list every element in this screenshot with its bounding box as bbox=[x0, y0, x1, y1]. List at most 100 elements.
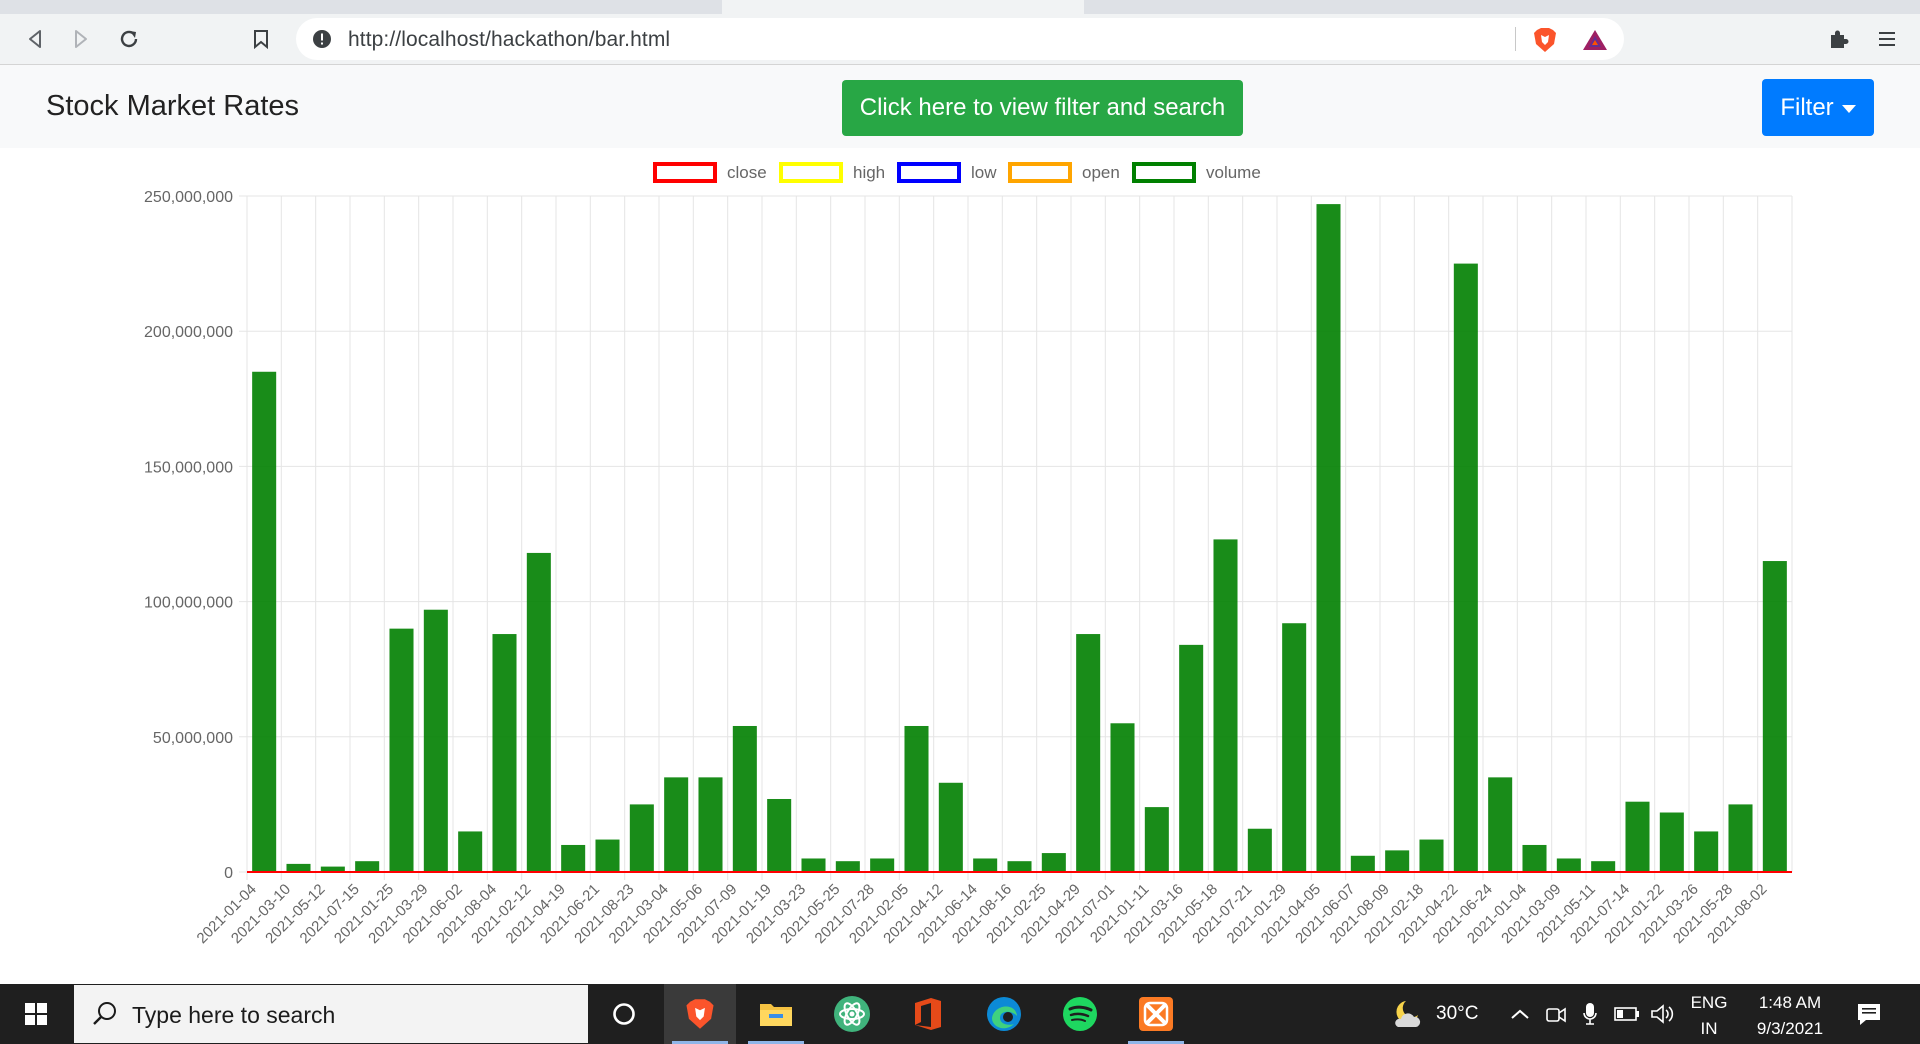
windows-logo-icon bbox=[25, 1003, 47, 1025]
volume-bar bbox=[1762, 561, 1787, 872]
volume-bar bbox=[286, 863, 311, 872]
view-filter-search-label: Click here to view filter and search bbox=[859, 94, 1226, 121]
tray-overflow-icon[interactable] bbox=[1510, 984, 1530, 1044]
xampp-icon[interactable] bbox=[1120, 984, 1192, 1044]
legend-swatch-open bbox=[1008, 162, 1072, 183]
volume-bar bbox=[1453, 263, 1478, 873]
address-bar[interactable]: http://localhost/hackathon/bar.html bbox=[296, 18, 1624, 60]
y-tick-label: 0 bbox=[224, 865, 233, 882]
tab-strip bbox=[0, 0, 1920, 14]
region-code: IN bbox=[1700, 1019, 1718, 1038]
notifications-icon[interactable] bbox=[1856, 984, 1882, 1044]
brave-shields-icon[interactable] bbox=[1533, 27, 1557, 58]
volume-icon[interactable] bbox=[1650, 984, 1676, 1044]
legend-swatch-close bbox=[653, 162, 717, 183]
volume-bar bbox=[1625, 801, 1650, 872]
volume-bar bbox=[1041, 853, 1066, 872]
chart-legend: close high low open volume bbox=[653, 162, 1261, 183]
caret-down-icon bbox=[1841, 104, 1856, 113]
brave-rewards-icon[interactable] bbox=[1582, 28, 1608, 57]
page-navbar: Stock Market Rates Click here to view fi… bbox=[0, 65, 1920, 148]
legend-label-close: close bbox=[727, 163, 767, 182]
volume-bar bbox=[355, 861, 380, 872]
atom-icon[interactable] bbox=[816, 984, 888, 1044]
y-tick-label: 50,000,000 bbox=[153, 730, 233, 747]
windows-taskbar: Type here to search 30°C ENG IN 1:48 AM … bbox=[0, 984, 1920, 1044]
address-divider bbox=[1515, 27, 1516, 51]
weather-widget[interactable]: 30°C bbox=[1390, 984, 1478, 1044]
reload-icon[interactable] bbox=[112, 22, 146, 56]
volume-bar bbox=[904, 725, 929, 872]
volume-bar bbox=[458, 831, 483, 872]
system-clock[interactable]: 1:48 AM 9/3/2021 bbox=[1740, 990, 1840, 1042]
legend-swatch-low bbox=[897, 162, 961, 183]
volume-bar bbox=[1522, 844, 1547, 872]
volume-bar bbox=[1213, 539, 1238, 872]
volume-bar bbox=[664, 777, 689, 872]
clock-date: 9/3/2021 bbox=[1756, 1019, 1824, 1038]
menu-icon[interactable] bbox=[1872, 24, 1902, 54]
spotify-icon[interactable] bbox=[1044, 984, 1116, 1044]
weather-temperature: 30°C bbox=[1436, 1003, 1479, 1024]
y-tick-label: 150,000,000 bbox=[144, 459, 233, 476]
legend-label-volume: volume bbox=[1206, 163, 1261, 182]
edge-icon[interactable] bbox=[968, 984, 1040, 1044]
volume-bar bbox=[1488, 777, 1513, 872]
volume-bar bbox=[252, 371, 277, 872]
taskbar-search-box[interactable]: Type here to search bbox=[74, 985, 588, 1043]
volume-bar bbox=[629, 804, 654, 872]
volume-bar bbox=[698, 777, 723, 872]
volume-bar bbox=[801, 858, 826, 872]
legend-label-high: high bbox=[853, 163, 885, 182]
volume-bar bbox=[1694, 831, 1719, 872]
volume-bar bbox=[1591, 861, 1616, 872]
volume-bar bbox=[1556, 858, 1581, 872]
volume-bar bbox=[1385, 850, 1410, 872]
cortana-icon[interactable] bbox=[588, 984, 660, 1044]
forward-icon[interactable] bbox=[64, 22, 98, 56]
volume-bar bbox=[767, 798, 792, 872]
volume-bar bbox=[732, 725, 757, 872]
stock-bar-chart: close high low open volume 0 50,000,000 100,00… bbox=[144, 162, 1793, 947]
office-icon[interactable] bbox=[892, 984, 964, 1044]
volume-bar bbox=[973, 858, 998, 872]
file-explorer-icon[interactable] bbox=[740, 984, 812, 1044]
site-info-icon[interactable] bbox=[312, 29, 332, 49]
input-language-indicator[interactable]: ENG IN bbox=[1680, 990, 1738, 1042]
volume-bar bbox=[1076, 634, 1101, 872]
back-icon[interactable] bbox=[18, 22, 52, 56]
start-button[interactable] bbox=[0, 984, 72, 1044]
legend-swatch-high bbox=[779, 162, 843, 183]
search-icon bbox=[93, 1002, 116, 1025]
view-filter-search-button[interactable]: Click here to view filter and search bbox=[842, 80, 1243, 136]
volume-bar bbox=[1007, 861, 1032, 872]
meet-now-icon[interactable] bbox=[1545, 984, 1567, 1044]
y-tick-label: 200,000,000 bbox=[144, 324, 233, 341]
active-tab[interactable] bbox=[722, 0, 1084, 14]
weather-moon-cloud-icon bbox=[1395, 1001, 1421, 1027]
filter-dropdown-button[interactable]: Filter bbox=[1762, 79, 1874, 136]
filter-label: Filter bbox=[1780, 93, 1834, 121]
horizontal-gridlines bbox=[239, 195, 1792, 873]
page-title[interactable]: Stock Market Rates bbox=[46, 90, 299, 123]
volume-bar bbox=[595, 839, 620, 872]
bookmark-icon[interactable] bbox=[244, 22, 278, 56]
search-placeholder: Type here to search bbox=[132, 1002, 336, 1028]
taskbar-brave-icon[interactable] bbox=[664, 984, 736, 1044]
volume-bar bbox=[1659, 812, 1684, 872]
extensions-icon[interactable] bbox=[1824, 24, 1854, 54]
volume-bars bbox=[247, 204, 1792, 873]
volume-bar bbox=[870, 858, 895, 872]
volume-bar bbox=[492, 634, 517, 872]
volume-bar bbox=[1282, 623, 1307, 872]
volume-bar bbox=[1316, 204, 1341, 872]
battery-icon[interactable] bbox=[1614, 984, 1640, 1044]
x-axis-ticks: 2021-01-042021-03-102021-05-122021-07-15… bbox=[194, 881, 1771, 947]
url-text[interactable]: http://localhost/hackathon/bar.html bbox=[348, 28, 670, 52]
y-tick-label: 250,000,000 bbox=[144, 189, 233, 206]
y-axis-ticks: 0 50,000,000 100,000,000 150,000,000 200,000… bbox=[144, 189, 233, 882]
volume-bar bbox=[1179, 644, 1204, 872]
volume-bar bbox=[1728, 804, 1753, 872]
microphone-icon[interactable] bbox=[1582, 984, 1598, 1044]
y-tick-label: 100,000,000 bbox=[144, 595, 233, 612]
